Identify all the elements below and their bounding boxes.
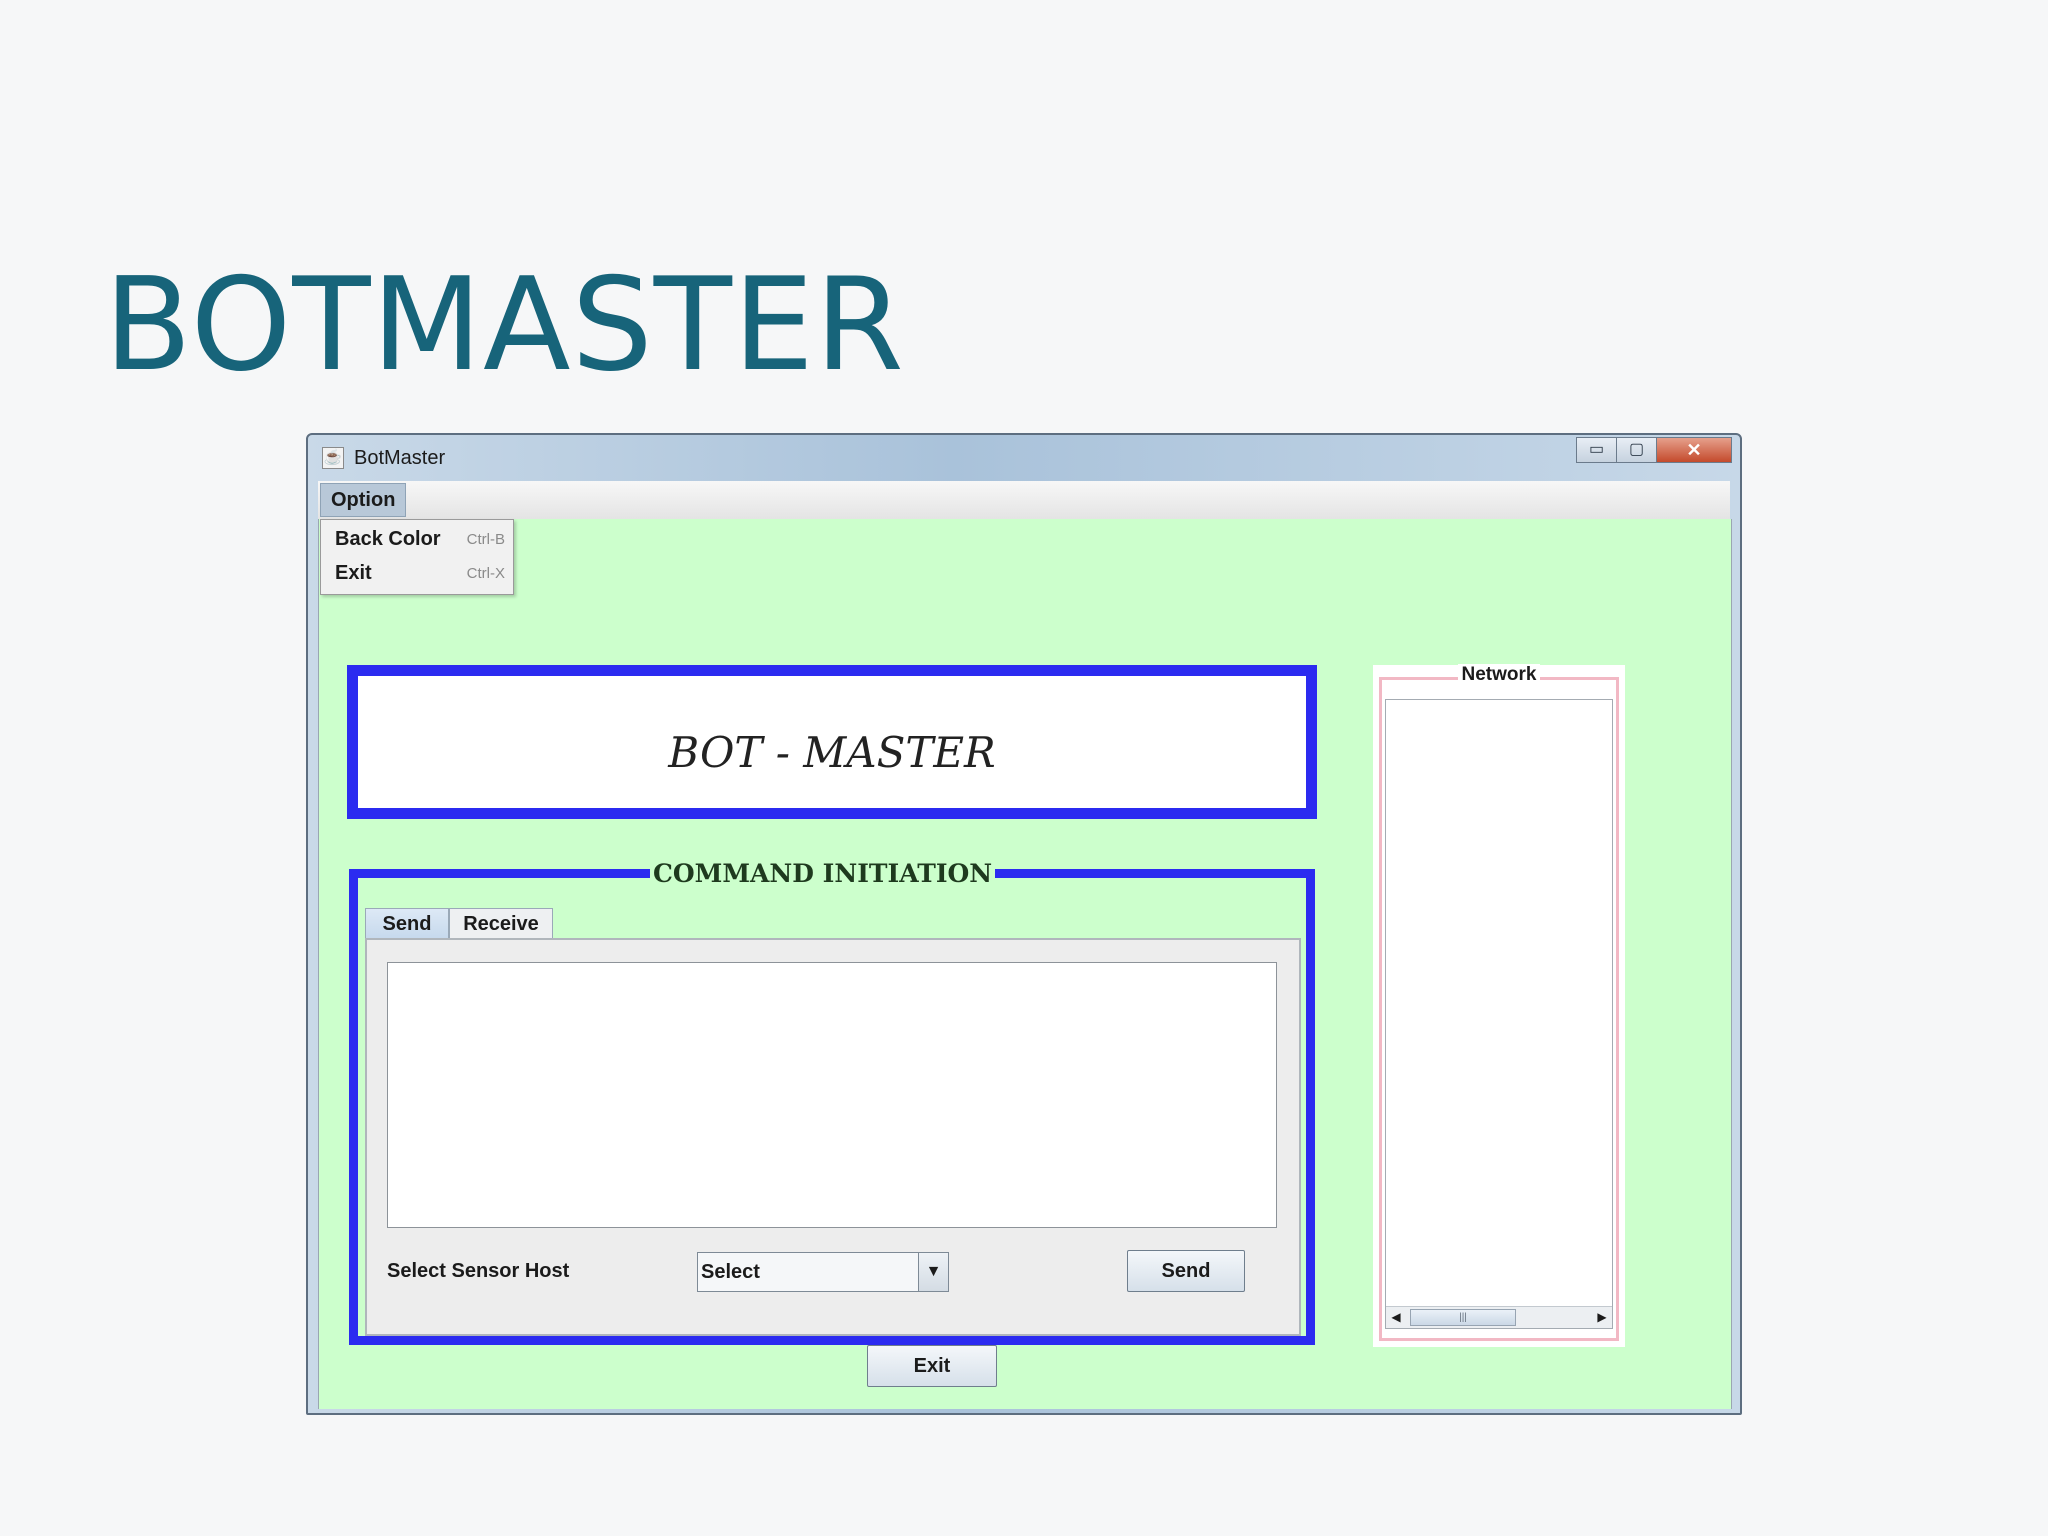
menu-item-label: Exit bbox=[335, 562, 372, 584]
exit-button[interactable]: Exit bbox=[867, 1345, 997, 1387]
command-initiation-title: COMMAND INITIATION bbox=[650, 859, 996, 888]
tab-receive[interactable]: Receive bbox=[449, 908, 553, 940]
menu-item-label: Back Color bbox=[335, 528, 441, 550]
java-icon: ☕ bbox=[322, 447, 344, 469]
title-bar[interactable]: ☕ BotMaster ▭ ▢ ✕ bbox=[308, 435, 1740, 481]
network-list[interactable]: ◀ ||| ▶ bbox=[1385, 699, 1613, 1329]
network-panel: Network ◀ ||| ▶ bbox=[1373, 664, 1625, 1347]
menu-item-exit[interactable]: Exit Ctrl-X bbox=[335, 558, 505, 588]
menu-option[interactable]: Option bbox=[320, 483, 407, 517]
command-initiation-group: COMMAND INITIATION Send Receive Select S… bbox=[349, 859, 1315, 1345]
chevron-down-icon[interactable]: ▼ bbox=[918, 1253, 948, 1291]
send-tab-panel: Select Sensor Host Select ▼ Send bbox=[365, 938, 1301, 1336]
arrow-left-icon[interactable]: ◀ bbox=[1386, 1307, 1406, 1328]
slide-title: BOTMASTER bbox=[104, 251, 905, 400]
sensor-host-select[interactable]: Select ▼ bbox=[697, 1252, 949, 1292]
banner-text: BOT - MASTER bbox=[668, 728, 996, 777]
botmaster-window: ☕ BotMaster ▭ ▢ ✕ Option BOT - MASTER CO… bbox=[306, 433, 1742, 1415]
arrow-right-icon[interactable]: ▶ bbox=[1592, 1307, 1612, 1328]
menu-item-accelerator: Ctrl-B bbox=[466, 531, 505, 548]
send-button[interactable]: Send bbox=[1127, 1250, 1245, 1292]
send-text-area[interactable] bbox=[387, 962, 1277, 1228]
option-dropdown-menu: Back Color Ctrl-B Exit Ctrl-X bbox=[320, 519, 514, 595]
menu-item-back-color[interactable]: Back Color Ctrl-B bbox=[335, 524, 505, 554]
scrollbar-thumb[interactable]: ||| bbox=[1410, 1309, 1516, 1326]
sensor-host-label: Select Sensor Host bbox=[387, 1260, 570, 1282]
tab-send[interactable]: Send bbox=[365, 908, 449, 940]
window-title: BotMaster bbox=[354, 447, 446, 469]
sensor-host-value: Select bbox=[701, 1261, 760, 1283]
horizontal-scrollbar[interactable]: ◀ ||| ▶ bbox=[1386, 1306, 1612, 1328]
menu-bar: Option bbox=[318, 481, 1730, 520]
network-title-wrap: Network bbox=[1373, 664, 1625, 686]
maximize-icon[interactable]: ▢ bbox=[1616, 437, 1656, 463]
network-title: Network bbox=[1457, 664, 1541, 685]
banner-panel: BOT - MASTER bbox=[347, 665, 1317, 819]
main-content: BOT - MASTER COMMAND INITIATION Send Rec… bbox=[318, 519, 1732, 1409]
minimize-icon[interactable]: ▭ bbox=[1576, 437, 1616, 463]
window-controls: ▭ ▢ ✕ bbox=[1576, 437, 1732, 465]
close-icon[interactable]: ✕ bbox=[1656, 437, 1732, 463]
menu-item-accelerator: Ctrl-X bbox=[466, 565, 505, 582]
